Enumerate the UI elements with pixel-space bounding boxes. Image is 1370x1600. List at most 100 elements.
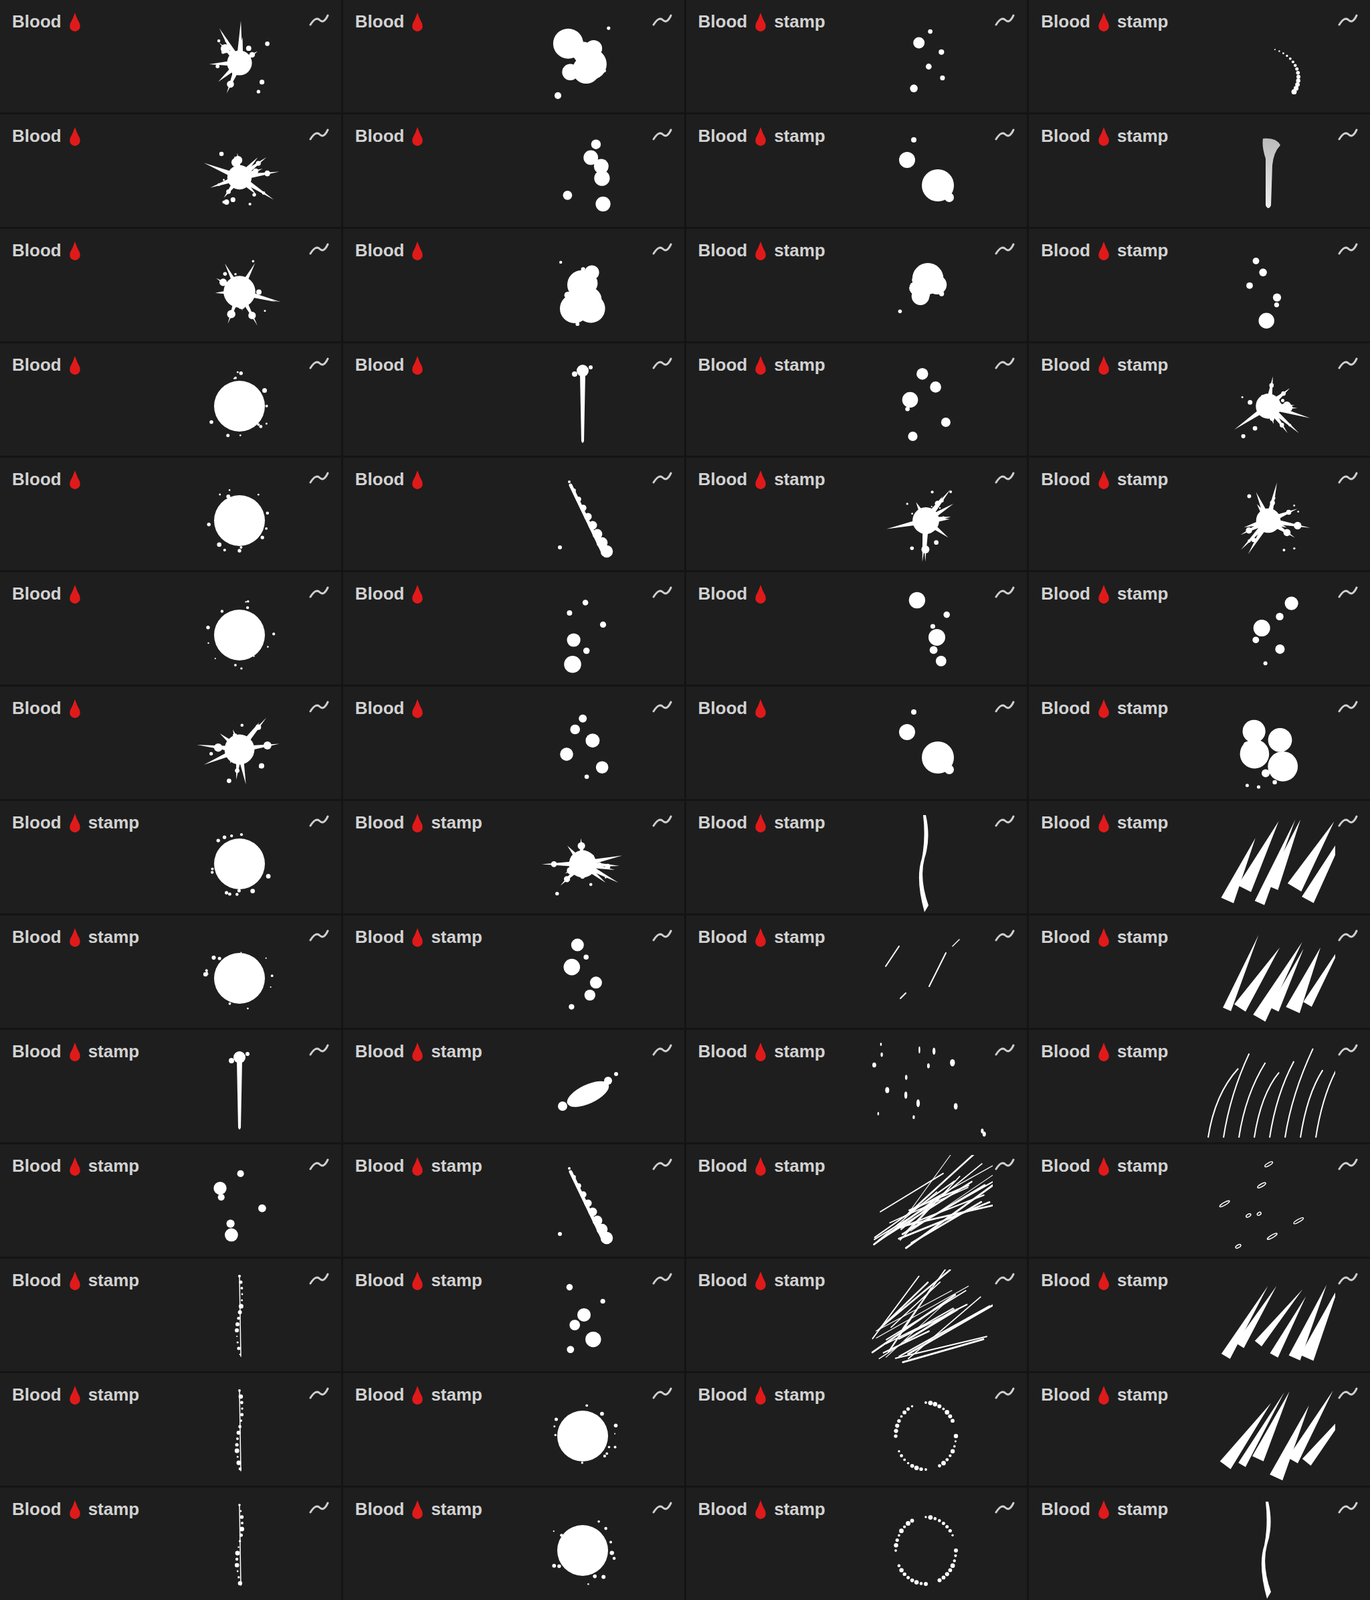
stroke-icon[interactable] [1337,356,1358,370]
stroke-icon[interactable] [309,127,330,142]
brush-tile[interactable]: Blood [343,571,685,685]
brush-tile[interactable]: Bloodstamp [686,1258,1028,1371]
brush-tile[interactable]: Bloodstamp [1028,0,1370,113]
brush-tile[interactable]: Bloodstamp [1028,1487,1370,1600]
stroke-icon[interactable] [1337,1386,1358,1400]
stroke-icon[interactable] [994,814,1015,828]
stroke-icon[interactable] [309,13,330,27]
brush-tile[interactable]: Blood [0,114,342,227]
stroke-icon[interactable] [1337,470,1358,485]
brush-tile[interactable]: Blood [343,114,685,227]
stroke-icon[interactable] [652,699,673,714]
stroke-icon[interactable] [994,470,1015,485]
brush-tile[interactable]: Blood [686,571,1028,685]
stroke-icon[interactable] [1337,242,1358,256]
brush-tile[interactable]: Bloodstamp [1028,915,1370,1028]
brush-tile[interactable]: Blood [343,228,685,342]
brush-tile[interactable]: Blood [343,343,685,456]
brush-tile[interactable]: Bloodstamp [686,1143,1028,1257]
stroke-icon[interactable] [1337,1500,1358,1514]
stroke-icon[interactable] [309,699,330,714]
brush-tile[interactable]: Bloodstamp [686,0,1028,113]
brush-tile[interactable]: Blood [343,0,685,113]
brush-tile[interactable]: Blood [0,686,342,799]
brush-tile[interactable]: Bloodstamp [0,915,342,1028]
brush-tile[interactable]: Bloodstamp [343,915,685,1028]
brush-tile[interactable]: Bloodstamp [686,228,1028,342]
stroke-icon[interactable] [1337,13,1358,27]
brush-tile[interactable]: Bloodstamp [1028,800,1370,914]
brush-tile[interactable]: Bloodstamp [0,1487,342,1600]
stroke-icon[interactable] [652,242,673,256]
brush-tile[interactable]: Blood [343,686,685,799]
brush-tile[interactable]: Bloodstamp [686,915,1028,1028]
stroke-icon[interactable] [652,356,673,370]
stroke-icon[interactable] [309,1271,330,1286]
brush-tile[interactable]: Bloodstamp [1028,1372,1370,1486]
brush-tile[interactable]: Blood [0,0,342,113]
brush-tile[interactable]: Bloodstamp [0,1143,342,1257]
brush-tile[interactable]: Bloodstamp [0,1258,342,1371]
brush-tile[interactable]: Bloodstamp [686,1029,1028,1142]
stroke-icon[interactable] [309,928,330,942]
stroke-icon[interactable] [652,814,673,828]
brush-tile[interactable]: Bloodstamp [1028,343,1370,456]
stroke-icon[interactable] [994,1042,1015,1057]
brush-tile[interactable]: Bloodstamp [343,1372,685,1486]
brush-tile[interactable]: Bloodstamp [0,1372,342,1486]
stroke-icon[interactable] [652,585,673,599]
stroke-icon[interactable] [309,242,330,256]
stroke-icon[interactable] [652,127,673,142]
brush-tile[interactable]: Bloodstamp [0,800,342,914]
brush-tile[interactable]: Blood [0,571,342,685]
stroke-icon[interactable] [994,127,1015,142]
stroke-icon[interactable] [1337,814,1358,828]
brush-tile[interactable]: Bloodstamp [686,343,1028,456]
stroke-icon[interactable] [309,585,330,599]
stroke-icon[interactable] [309,1157,330,1171]
stroke-icon[interactable] [1337,127,1358,142]
brush-tile[interactable]: Bloodstamp [686,800,1028,914]
brush-tile[interactable]: Bloodstamp [1028,571,1370,685]
brush-tile[interactable]: Bloodstamp [1028,114,1370,227]
stroke-icon[interactable] [309,1386,330,1400]
brush-tile[interactable]: Bloodstamp [1028,686,1370,799]
stroke-icon[interactable] [1337,1157,1358,1171]
brush-tile[interactable]: Bloodstamp [1028,1029,1370,1142]
brush-tile[interactable]: Bloodstamp [343,800,685,914]
brush-tile[interactable]: Bloodstamp [686,114,1028,227]
stroke-icon[interactable] [652,1386,673,1400]
brush-tile[interactable]: Bloodstamp [343,1029,685,1142]
stroke-icon[interactable] [652,928,673,942]
brush-tile[interactable]: Blood [0,457,342,570]
stroke-icon[interactable] [994,1386,1015,1400]
stroke-icon[interactable] [652,13,673,27]
stroke-icon[interactable] [309,1042,330,1057]
brush-tile[interactable]: Bloodstamp [343,1258,685,1371]
brush-tile[interactable]: Blood [0,228,342,342]
stroke-icon[interactable] [309,470,330,485]
brush-tile[interactable]: Bloodstamp [1028,1258,1370,1371]
stroke-icon[interactable] [652,1500,673,1514]
brush-tile[interactable]: Bloodstamp [0,1029,342,1142]
stroke-icon[interactable] [1337,1042,1358,1057]
brush-tile[interactable]: Bloodstamp [1028,228,1370,342]
stroke-icon[interactable] [1337,699,1358,714]
stroke-icon[interactable] [994,1500,1015,1514]
stroke-icon[interactable] [1337,928,1358,942]
brush-tile[interactable]: Bloodstamp [686,457,1028,570]
stroke-icon[interactable] [994,13,1015,27]
stroke-icon[interactable] [994,356,1015,370]
stroke-icon[interactable] [994,242,1015,256]
stroke-icon[interactable] [309,814,330,828]
brush-tile[interactable]: Bloodstamp [343,1143,685,1257]
brush-tile[interactable]: Bloodstamp [343,1487,685,1600]
brush-tile[interactable]: Blood [0,343,342,456]
brush-tile[interactable]: Bloodstamp [686,1372,1028,1486]
stroke-icon[interactable] [994,928,1015,942]
stroke-icon[interactable] [652,1157,673,1171]
brush-tile[interactable]: Blood [343,457,685,570]
stroke-icon[interactable] [652,470,673,485]
stroke-icon[interactable] [1337,1271,1358,1286]
brush-tile[interactable]: Blood [686,686,1028,799]
